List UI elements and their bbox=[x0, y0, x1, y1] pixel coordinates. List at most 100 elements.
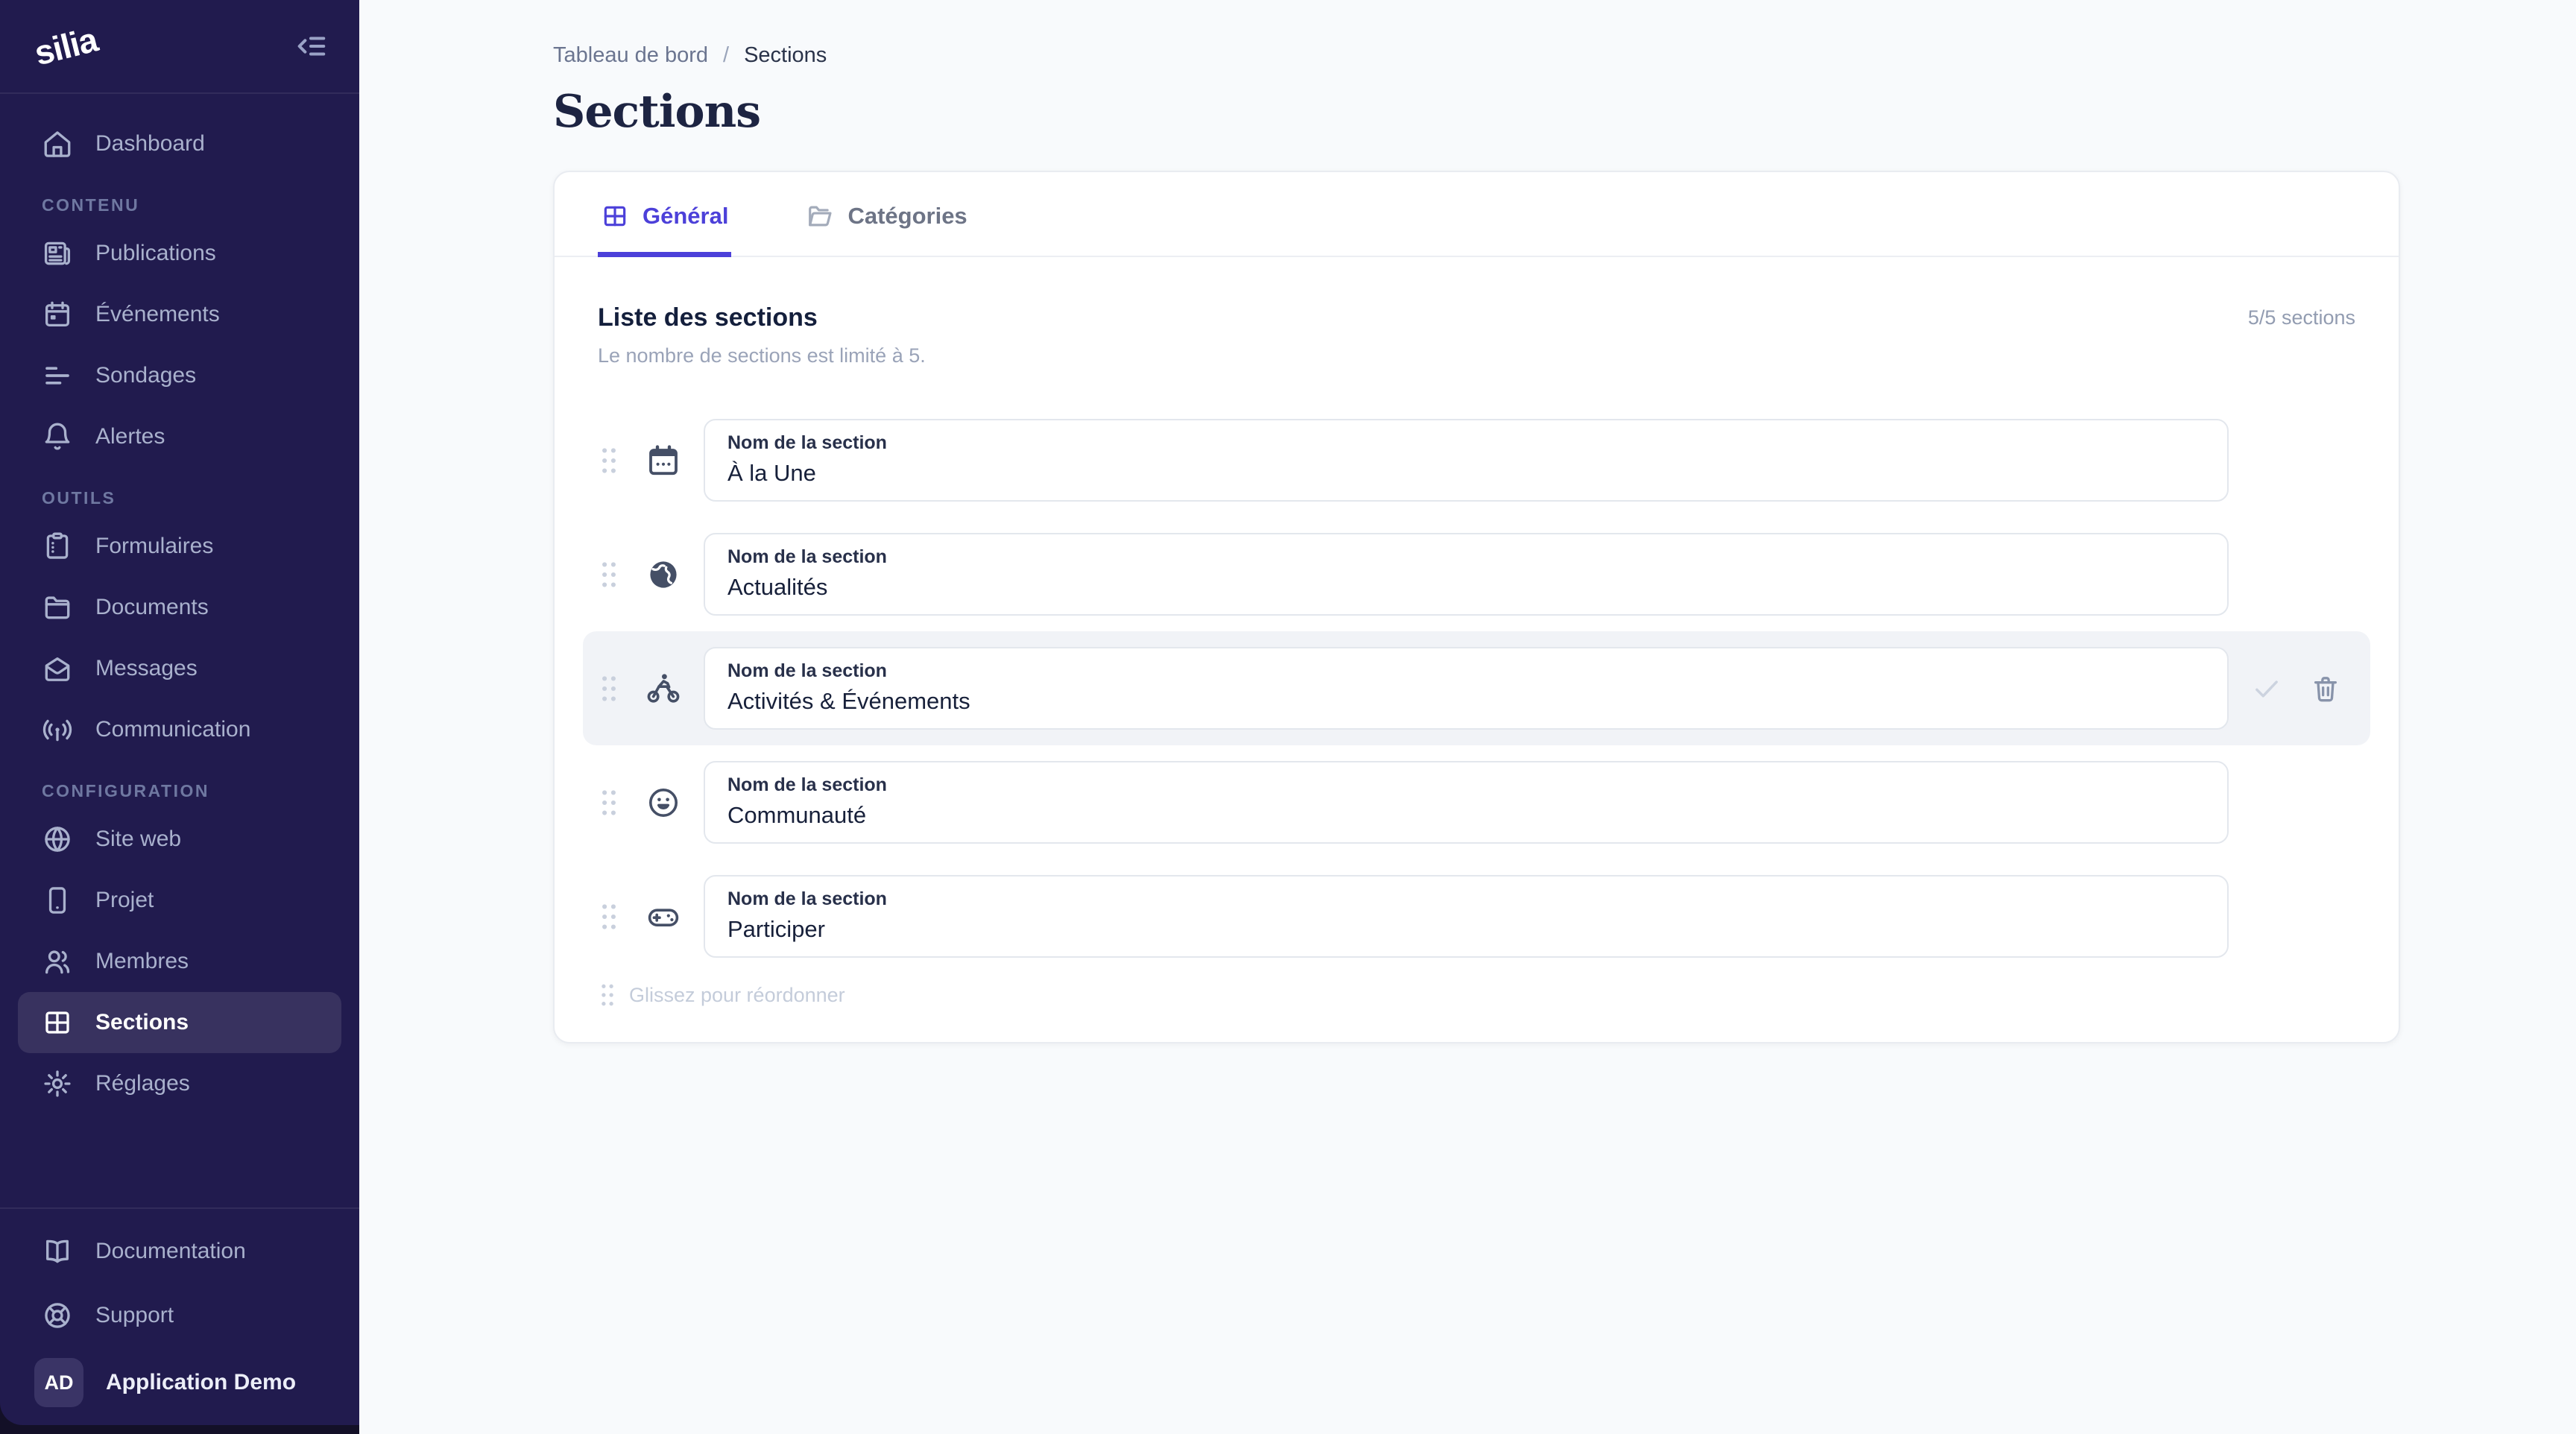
breadcrumb: Tableau de bord / Sections bbox=[553, 43, 2534, 68]
section-row-highlighted: Nom de la section Activités & Événements bbox=[583, 631, 2370, 745]
field-value: Activités & Événements bbox=[727, 687, 2205, 716]
users-icon bbox=[42, 946, 73, 977]
section-name-field[interactable]: Nom de la section Activités & Événements bbox=[704, 647, 2229, 730]
section-name-field[interactable]: Nom de la section Actualités bbox=[704, 533, 2229, 616]
sidebar-item-label: Publications bbox=[95, 241, 216, 266]
drag-handle-icon[interactable] bbox=[598, 672, 620, 705]
user-name: Application Demo bbox=[106, 1370, 296, 1395]
grid-icon bbox=[42, 1007, 73, 1038]
trash-icon[interactable] bbox=[2311, 674, 2340, 704]
sidebar-item-formulaires[interactable]: Formulaires bbox=[0, 516, 359, 577]
card-body: Liste des sections Le nombre de sections… bbox=[555, 257, 2399, 1042]
calendar-icon bbox=[645, 443, 681, 478]
section-name-field[interactable]: Nom de la section Communauté bbox=[704, 761, 2229, 844]
sidebar-item-projet[interactable]: Projet bbox=[0, 870, 359, 931]
field-label: Nom de la section bbox=[727, 888, 2205, 910]
field-label: Nom de la section bbox=[727, 432, 2205, 454]
reorder-hint: Glissez pour réordonner bbox=[598, 981, 2355, 1009]
bell-icon bbox=[42, 421, 73, 452]
life-buoy-icon bbox=[42, 1300, 73, 1331]
section-row: Nom de la section À la Une bbox=[583, 403, 2370, 517]
poll-icon bbox=[42, 360, 73, 391]
sidebar-item-documentation[interactable]: Documentation bbox=[0, 1219, 359, 1283]
panel-title: Liste des sections bbox=[598, 303, 926, 332]
sidebar-item-label: Sections bbox=[95, 1010, 189, 1035]
sidebar-item-dashboard[interactable]: Dashboard bbox=[0, 113, 359, 174]
sidebar-item-label: Projet bbox=[95, 888, 154, 913]
section-name-field[interactable]: Nom de la section À la Une bbox=[704, 419, 2229, 502]
folder-icon bbox=[42, 592, 73, 623]
sidebar-item-messages[interactable]: Messages bbox=[0, 638, 359, 699]
tab-general[interactable]: Général bbox=[598, 172, 731, 256]
gamepad-icon bbox=[645, 899, 681, 935]
book-open-icon bbox=[42, 1236, 73, 1267]
broadcast-icon bbox=[42, 714, 73, 745]
sidebar-group-contenu: CONTENU bbox=[0, 195, 359, 215]
sidebar-item-label: Dashboard bbox=[95, 131, 205, 157]
user-menu[interactable]: AD Application Demo bbox=[0, 1348, 359, 1407]
home-icon bbox=[42, 128, 73, 159]
sidebar-item-support[interactable]: Support bbox=[0, 1283, 359, 1348]
sidebar-item-alertes[interactable]: Alertes bbox=[0, 406, 359, 467]
field-label: Nom de la section bbox=[727, 774, 2205, 796]
sidebar-item-reglages[interactable]: Réglages bbox=[0, 1053, 359, 1114]
drag-handle-icon[interactable] bbox=[598, 900, 620, 933]
sidebar-item-label: Support bbox=[95, 1303, 174, 1328]
avatar: AD bbox=[34, 1358, 83, 1407]
sidebar-item-label: Documentation bbox=[95, 1239, 246, 1264]
sidebar-item-label: Alertes bbox=[95, 424, 165, 449]
globe-icon bbox=[42, 824, 73, 855]
sidebar-panel: silia Dashboard CONTENU Publications Évé… bbox=[0, 0, 359, 1425]
breadcrumb-separator: / bbox=[723, 43, 729, 68]
silia-logo[interactable]: silia bbox=[31, 19, 101, 74]
breadcrumb-link-dashboard[interactable]: Tableau de bord bbox=[553, 43, 708, 68]
clipboard-icon bbox=[42, 531, 73, 562]
folder-open-icon bbox=[806, 202, 834, 230]
sidebar-item-sections[interactable]: Sections bbox=[18, 992, 341, 1053]
page-title: Sections bbox=[553, 86, 2534, 138]
drag-handle-icon[interactable] bbox=[598, 558, 620, 591]
field-label: Nom de la section bbox=[727, 546, 2205, 568]
bike-icon bbox=[645, 671, 681, 707]
confirm-check-icon[interactable] bbox=[2251, 673, 2282, 704]
sidebar-header: silia bbox=[0, 0, 359, 94]
gear-icon bbox=[42, 1068, 73, 1099]
sidebar-item-label: Site web bbox=[95, 827, 181, 852]
face-icon bbox=[645, 785, 681, 821]
smartphone-icon bbox=[42, 885, 73, 916]
sidebar-nav: Dashboard CONTENU Publications Événement… bbox=[0, 94, 359, 1207]
earth-icon bbox=[645, 557, 681, 593]
grid-icon bbox=[601, 202, 629, 230]
sidebar-item-membres[interactable]: Membres bbox=[0, 931, 359, 992]
sidebar-item-site-web[interactable]: Site web bbox=[0, 809, 359, 870]
sidebar-item-label: Messages bbox=[95, 656, 198, 681]
drag-handle-icon[interactable] bbox=[598, 786, 620, 819]
field-label: Nom de la section bbox=[727, 660, 2205, 682]
section-name-field[interactable]: Nom de la section Participer bbox=[704, 875, 2229, 958]
sidebar-item-label: Membres bbox=[95, 949, 189, 974]
sidebar-item-publications[interactable]: Publications bbox=[0, 223, 359, 284]
main-content: Tableau de bord / Sections Sections Géné… bbox=[359, 0, 2576, 1043]
sections-list: Nom de la section À la Une Nom de la sec… bbox=[598, 403, 2355, 973]
sidebar-item-communication[interactable]: Communication bbox=[0, 699, 359, 760]
tab-categories[interactable]: Catégories bbox=[803, 172, 970, 256]
sidebar-item-label: Sondages bbox=[95, 363, 196, 388]
reorder-hint-text: Glissez pour réordonner bbox=[629, 984, 845, 1007]
panel-header: Liste des sections Le nombre de sections… bbox=[598, 303, 2355, 367]
mail-open-icon bbox=[42, 653, 73, 684]
tab-label: Catégories bbox=[847, 203, 967, 230]
sidebar-footer: Documentation Support AD Application Dem… bbox=[0, 1207, 359, 1425]
collapse-sidebar-icon[interactable] bbox=[294, 29, 328, 63]
newspaper-icon bbox=[42, 238, 73, 269]
sidebar-item-label: Documents bbox=[95, 595, 209, 620]
sidebar-item-documents[interactable]: Documents bbox=[0, 577, 359, 638]
drag-handle-icon[interactable] bbox=[598, 444, 620, 477]
sidebar-item-sondages[interactable]: Sondages bbox=[0, 345, 359, 406]
section-row: Nom de la section Communauté bbox=[583, 745, 2370, 859]
row-actions bbox=[2229, 673, 2355, 704]
tab-label: Général bbox=[643, 203, 728, 230]
sidebar-item-evenements[interactable]: Événements bbox=[0, 284, 359, 345]
field-value: Participer bbox=[727, 915, 2205, 944]
sidebar-item-label: Réglages bbox=[95, 1071, 190, 1096]
section-counter: 5/5 sections bbox=[2248, 303, 2355, 329]
